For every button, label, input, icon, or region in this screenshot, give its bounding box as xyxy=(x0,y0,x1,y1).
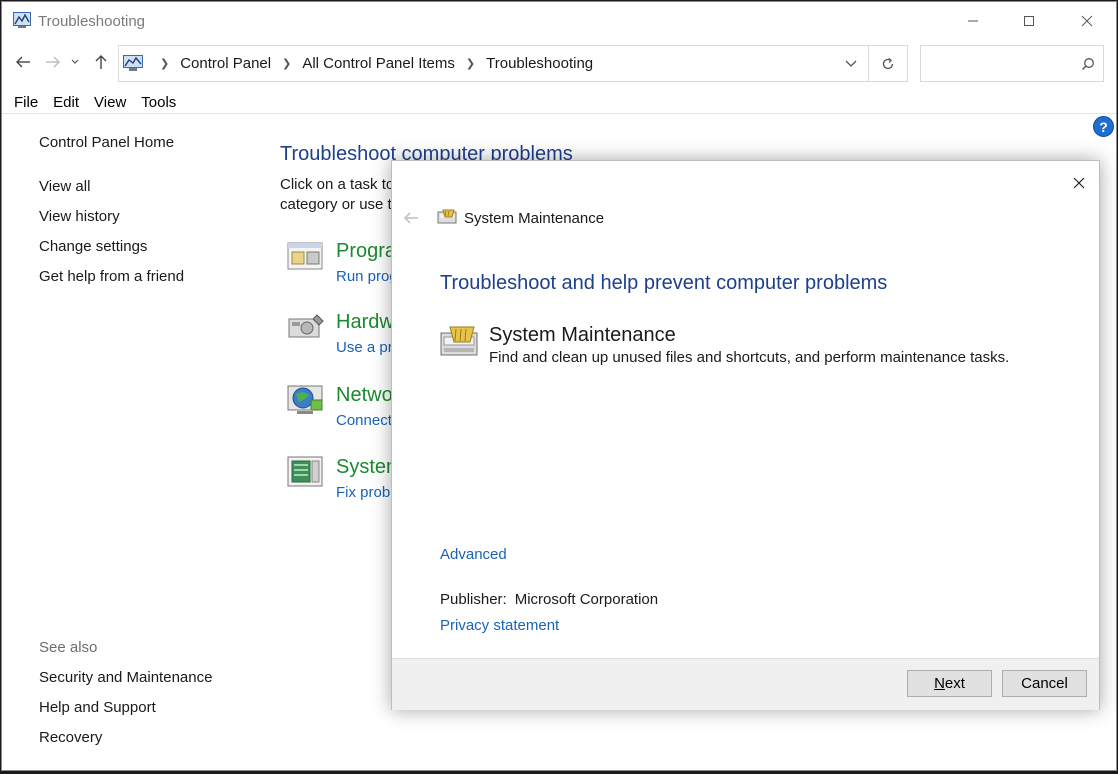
category-network[interactable]: Netwo Connect xyxy=(287,384,397,436)
menu-bar: File Edit View Tools xyxy=(2,90,1116,114)
system-maintenance-icon xyxy=(437,209,457,224)
category-link[interactable]: Use a pr xyxy=(336,339,393,356)
search-box[interactable] xyxy=(920,45,1104,82)
menu-file[interactable]: File xyxy=(14,90,38,113)
help-icon: ? xyxy=(1099,118,1108,135)
system-maintenance-dialog: System Maintenance Troubleshoot and help… xyxy=(391,160,1100,710)
category-link[interactable]: Run prog xyxy=(336,268,397,285)
category-system-security[interactable]: System Fix prob xyxy=(287,456,397,508)
arrow-left-icon xyxy=(403,212,418,224)
page-description-line: category or use t xyxy=(280,196,392,213)
sidebar-control-panel-home[interactable]: Control Panel Home xyxy=(39,134,174,151)
system-icon xyxy=(287,456,323,487)
breadcrumb-separator-icon[interactable]: ❯ xyxy=(282,57,291,70)
sidebar-view-all[interactable]: View all xyxy=(39,178,90,195)
breadcrumb-separator-icon[interactable]: ❯ xyxy=(466,57,475,70)
next-mnemonic: N xyxy=(934,675,945,692)
menu-tools[interactable]: Tools xyxy=(141,90,176,113)
window-title: Troubleshooting xyxy=(38,13,146,30)
publisher-label: Publisher: xyxy=(440,591,507,608)
search-icon[interactable] xyxy=(1081,57,1095,71)
advanced-link[interactable]: Advanced xyxy=(440,546,507,563)
menu-view[interactable]: View xyxy=(94,90,126,113)
chevron-down-icon xyxy=(71,59,79,64)
sidebar-get-help-friend[interactable]: Get help from a friend xyxy=(39,268,184,285)
category-link[interactable]: Connect xyxy=(336,412,392,429)
control-panel-icon xyxy=(13,12,31,28)
breadcrumb-separator-icon[interactable]: ❯ xyxy=(160,57,169,70)
category-title[interactable]: Hardw xyxy=(336,311,394,334)
minimize-button[interactable] xyxy=(950,8,996,34)
dialog-footer: Next Cancel xyxy=(392,658,1099,710)
page-description: Click on a task to category or use t xyxy=(280,175,400,215)
cancel-button[interactable]: Cancel xyxy=(1002,670,1087,697)
refresh-icon xyxy=(882,57,894,69)
maximize-icon xyxy=(1024,16,1034,26)
title-bar: Troubleshooting xyxy=(2,2,1116,40)
minimize-icon xyxy=(968,20,978,22)
category-title[interactable]: Netwo xyxy=(336,384,393,407)
back-button[interactable] xyxy=(13,52,33,72)
dialog-back-button[interactable] xyxy=(401,208,421,228)
close-icon xyxy=(1081,15,1093,27)
dialog-heading: Troubleshoot and help prevent computer p… xyxy=(440,272,888,294)
category-title[interactable]: Progra xyxy=(336,240,396,263)
arrow-right-icon xyxy=(46,56,60,68)
page-description-line: Click on a task to xyxy=(280,176,395,193)
recent-locations-button[interactable] xyxy=(68,52,82,72)
programs-icon xyxy=(287,242,323,270)
privacy-statement-link[interactable]: Privacy statement xyxy=(440,617,559,634)
close-icon xyxy=(1073,177,1085,189)
category-hardware[interactable]: Hardw Use a pr xyxy=(287,311,397,363)
see-also-help-support[interactable]: Help and Support xyxy=(39,699,156,716)
system-maintenance-icon xyxy=(440,326,478,356)
address-bar[interactable]: ❯ Control Panel ❯ All Control Panel Item… xyxy=(118,45,869,82)
navigation-bar: ❯ Control Panel ❯ All Control Panel Item… xyxy=(2,42,1116,86)
sidebar-view-history[interactable]: View history xyxy=(39,208,120,225)
category-link[interactable]: Fix prob xyxy=(336,484,390,501)
troubleshooting-window: Troubleshooting ❯ Control Panel ❯ All Co… xyxy=(1,1,1117,771)
breadcrumb-troubleshooting[interactable]: Troubleshooting xyxy=(486,55,593,72)
network-icon xyxy=(287,385,323,414)
publisher-info: Publisher: Microsoft Corporation xyxy=(440,591,658,608)
sidebar-change-settings[interactable]: Change settings xyxy=(39,238,147,255)
see-also-recovery[interactable]: Recovery xyxy=(39,729,102,746)
category-programs[interactable]: Progra Run prog xyxy=(287,240,397,292)
dialog-close-button[interactable] xyxy=(1064,169,1094,197)
troubleshooter-description: Find and clean up unused files and short… xyxy=(489,349,1010,366)
chevron-down-icon[interactable] xyxy=(844,58,858,70)
help-button[interactable]: ? xyxy=(1093,116,1114,137)
see-also-security-maintenance[interactable]: Security and Maintenance xyxy=(39,669,212,686)
publisher-value: Microsoft Corporation xyxy=(514,591,659,608)
troubleshooter-title: System Maintenance xyxy=(489,324,676,346)
up-button[interactable] xyxy=(91,52,111,72)
breadcrumb-control-panel[interactable]: Control Panel xyxy=(180,55,271,72)
see-also-label: See also xyxy=(39,639,98,656)
category-title[interactable]: System xyxy=(336,456,397,479)
refresh-button[interactable] xyxy=(868,45,908,82)
breadcrumb: ❯ Control Panel ❯ All Control Panel Item… xyxy=(149,55,593,72)
next-button[interactable]: Next xyxy=(907,670,992,697)
maximize-button[interactable] xyxy=(1006,8,1052,34)
arrow-left-icon xyxy=(16,56,30,68)
next-label: ext xyxy=(944,675,965,692)
dialog-header-title: System Maintenance xyxy=(464,210,605,227)
hardware-icon xyxy=(288,314,324,338)
close-window-button[interactable] xyxy=(1064,8,1110,34)
breadcrumb-all-items[interactable]: All Control Panel Items xyxy=(302,55,455,72)
forward-button[interactable] xyxy=(43,52,63,72)
arrow-up-icon xyxy=(95,55,107,69)
control-panel-icon xyxy=(123,55,143,71)
menu-edit[interactable]: Edit xyxy=(53,90,79,113)
